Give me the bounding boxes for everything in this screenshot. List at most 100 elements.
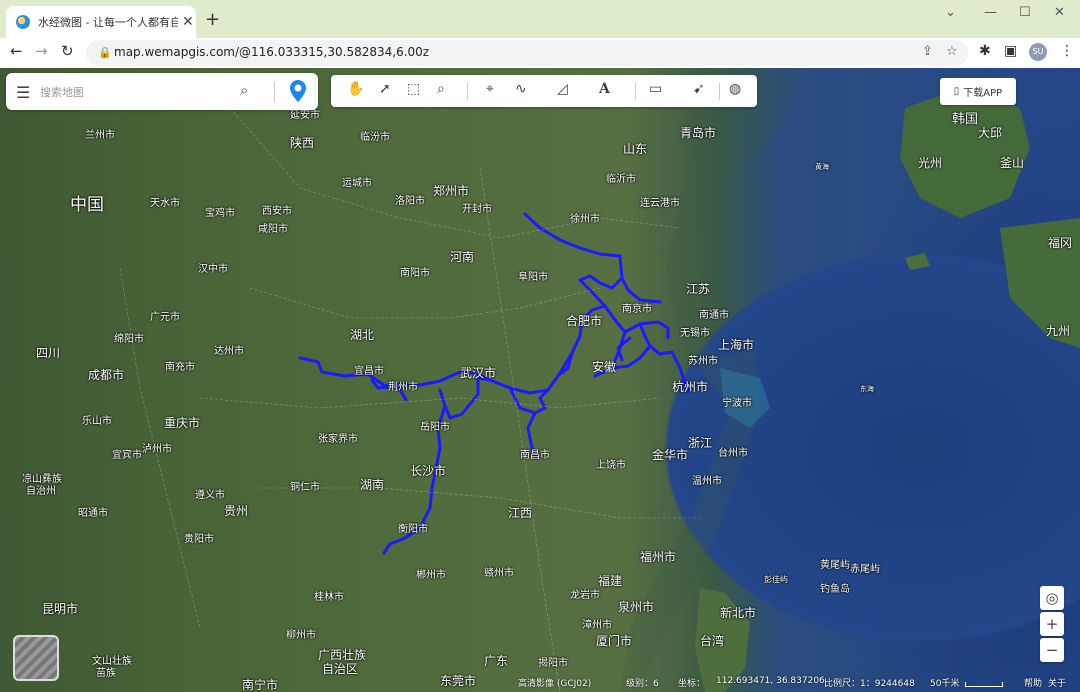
imagery-source[interactable]: 高清影像 (GCJ02) bbox=[518, 676, 591, 689]
label-zizhiqu: 自治区 bbox=[322, 662, 359, 676]
label-luoyang: 洛阳市 bbox=[395, 196, 425, 207]
label-yellow-sea: 黄海 bbox=[815, 163, 829, 171]
label-linfen: 临汾市 bbox=[360, 132, 390, 143]
extensions-icon[interactable]: ✱ bbox=[979, 43, 991, 59]
bookmark-star-icon[interactable]: ☆ bbox=[946, 44, 958, 59]
label-kunming: 昆明市 bbox=[42, 602, 79, 616]
about-link[interactable]: 关于 bbox=[1048, 676, 1066, 689]
reload-icon[interactable]: ↻ bbox=[61, 42, 74, 60]
label-guiyang: 贵阳市 bbox=[184, 534, 214, 545]
site-favicon-icon bbox=[16, 15, 30, 29]
label-ganzhou: 赣州市 bbox=[484, 568, 514, 579]
locate-button[interactable]: ◎ bbox=[1040, 586, 1064, 610]
label-guangdong: 广东 bbox=[484, 654, 509, 668]
share-icon[interactable]: ⇪ bbox=[922, 44, 933, 59]
side-panel-icon[interactable]: ▣ bbox=[1004, 43, 1017, 59]
globe-icon[interactable]: ◍ bbox=[729, 81, 741, 97]
label-qingdao: 青岛市 bbox=[680, 126, 717, 140]
map-toolbar: ✋ ➚ ⬚ ⌕ ⌖ ∿ ◿ A ▭ ➹ ◍ bbox=[331, 75, 757, 107]
label-korea: 韩国 bbox=[952, 112, 979, 127]
label-hefei: 合肥市 bbox=[566, 314, 603, 328]
back-icon[interactable]: ← bbox=[10, 42, 23, 60]
label-nanning: 南宁市 bbox=[242, 678, 279, 692]
label-chiweiyu: 赤尾屿 bbox=[850, 564, 880, 575]
label-mianyang: 绵阳市 bbox=[114, 334, 144, 345]
label-chengdu: 成都市 bbox=[88, 368, 125, 382]
label-tianshui: 天水市 bbox=[150, 198, 180, 209]
label-taiwan: 台湾 bbox=[700, 634, 725, 648]
label-wuhan: 武汉市 bbox=[460, 366, 497, 380]
label-yichang: 宜昌市 bbox=[354, 366, 384, 377]
map-canvas[interactable]: 中国 韩国 黄海 东海 兰州市 陕西 西安市 天水市 宝鸡市 咸阳市 汉中市 延… bbox=[0, 68, 1080, 692]
address-bar[interactable]: 🔒 map.wemapgis.com/@116.033315,30.582834… bbox=[86, 40, 968, 66]
box-select-icon[interactable]: ⬚ bbox=[407, 81, 420, 97]
search-input[interactable] bbox=[38, 81, 232, 103]
hamburger-menu-icon[interactable]: ☰ bbox=[16, 83, 30, 102]
close-window-icon[interactable]: ✕ bbox=[1054, 5, 1065, 20]
label-shandong: 山东 bbox=[623, 142, 648, 156]
label-shangrao: 上饶市 bbox=[596, 460, 626, 471]
label-hengyang: 衡阳市 bbox=[398, 524, 428, 535]
label-baoji: 宝鸡市 bbox=[205, 208, 235, 219]
label-nantong: 南通市 bbox=[699, 310, 729, 321]
url-text[interactable]: map.wemapgis.com/@116.033315,30.582834,6… bbox=[114, 45, 429, 59]
label-kaifeng: 开封市 bbox=[462, 204, 492, 215]
search-panel: ☰ ⌕ bbox=[6, 73, 318, 110]
label-wuxi: 无锡市 bbox=[680, 328, 710, 339]
label-daegu: 大邱 bbox=[978, 126, 1003, 140]
label-chongqing: 重庆市 bbox=[164, 416, 201, 430]
label-ningbo: 宁波市 bbox=[722, 398, 752, 409]
scale-ratio: 比例尺：1：9244648 bbox=[824, 679, 915, 689]
zoom-level: 级别：6 bbox=[626, 679, 659, 689]
coords-label: 坐标： bbox=[678, 679, 706, 689]
label-miaozu: 苗族 bbox=[96, 668, 116, 679]
profile-avatar[interactable]: SU bbox=[1029, 43, 1047, 61]
clear-pointer-icon[interactable]: ➹ bbox=[693, 81, 705, 97]
label-pengjiayu: 彭佳屿 bbox=[764, 575, 788, 584]
label-zunyi: 遵义市 bbox=[195, 490, 225, 501]
divider bbox=[467, 83, 468, 100]
location-pin-icon[interactable] bbox=[289, 79, 307, 103]
label-anhui: 安徽 bbox=[592, 360, 617, 374]
browser-titlebar: 水经微图 - 让每一个人都有自己 ✕ + ⌄ — ☐ ✕ bbox=[0, 0, 1080, 38]
label-fuyang: 阜阳市 bbox=[518, 272, 548, 283]
browser-tab[interactable]: 水经微图 - 让每一个人都有自己 ✕ bbox=[6, 6, 196, 38]
draw-line-icon[interactable]: ∿ bbox=[515, 81, 527, 97]
select-pointer-icon[interactable]: ➚ bbox=[379, 81, 391, 97]
label-tongren: 铜仁市 bbox=[290, 482, 320, 493]
zoom-out-button[interactable]: − bbox=[1040, 638, 1064, 662]
label-xuzhou: 徐州市 bbox=[570, 214, 600, 225]
layer-switch-button[interactable] bbox=[13, 635, 59, 681]
draw-polygon-icon[interactable]: ◿ bbox=[557, 81, 568, 97]
divider bbox=[635, 83, 636, 100]
text-tool-icon[interactable]: A bbox=[599, 81, 610, 97]
zoom-in-button[interactable]: + bbox=[1040, 612, 1064, 636]
label-taizhou: 台州市 bbox=[718, 448, 748, 459]
label-guilin: 桂林市 bbox=[314, 592, 344, 603]
search-icon[interactable]: ⌕ bbox=[240, 81, 248, 99]
lock-icon[interactable]: 🔒 bbox=[98, 46, 112, 59]
marker-icon[interactable]: ⌖ bbox=[486, 81, 494, 97]
label-linyi: 临沂市 bbox=[606, 174, 636, 185]
help-link[interactable]: 帮助 bbox=[1024, 676, 1042, 689]
new-tab-icon[interactable]: + bbox=[205, 9, 220, 30]
forward-icon[interactable]: → bbox=[35, 42, 48, 60]
label-yibin: 宜宾市 bbox=[112, 450, 142, 461]
tab-search-icon[interactable]: ⌄ bbox=[945, 5, 956, 20]
label-lanzhou: 兰州市 bbox=[85, 130, 115, 141]
zoom-rect-icon[interactable]: ⌕ bbox=[437, 81, 445, 97]
label-leshan: 乐山市 bbox=[82, 416, 112, 427]
label-liuzhou: 柳州市 bbox=[286, 630, 316, 641]
label-zhangzhou: 漳州市 bbox=[582, 620, 612, 631]
maximize-icon[interactable]: ☐ bbox=[1019, 5, 1031, 20]
close-tab-icon[interactable]: ✕ bbox=[182, 14, 194, 30]
label-nanchong: 南充市 bbox=[165, 362, 195, 373]
browser-menu-icon[interactable]: ⋮ bbox=[1060, 43, 1074, 59]
measure-ruler-icon[interactable]: ▭ bbox=[649, 81, 662, 97]
minimize-icon[interactable]: — bbox=[984, 5, 997, 20]
label-dazhou: 达州市 bbox=[214, 346, 244, 357]
pan-hand-icon[interactable]: ✋ bbox=[347, 81, 364, 97]
download-app-button[interactable]: ▯ 下载APP bbox=[940, 78, 1016, 105]
label-yuncheng: 运城市 bbox=[342, 178, 372, 189]
label-hangzhou: 杭州市 bbox=[672, 380, 709, 394]
